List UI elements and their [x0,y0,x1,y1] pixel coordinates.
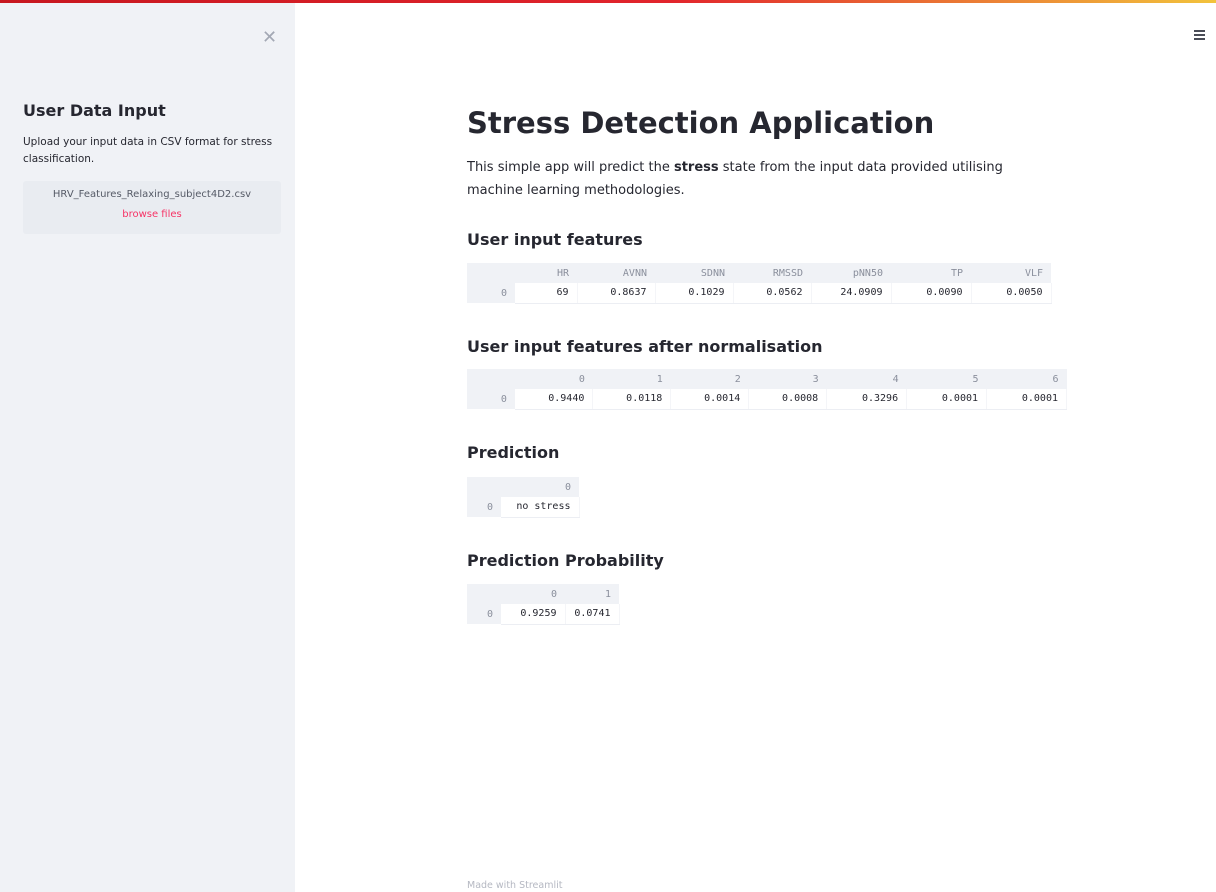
table-cell: 0.0741 [565,604,620,625]
table-row: 0 no stress [467,497,580,518]
index-header-cell [467,584,501,604]
section-heading-normalised: User input features after normalisation [467,337,823,356]
column-header: 0 [501,477,579,497]
section-heading-features: User input features [467,230,643,249]
table-cell: 0.0014 [670,389,750,410]
row-index-cell: 0 [467,389,515,409]
features-table: HR AVNN SDNN RMSSD pNN50 TP VLF 0 69 0.8637 0.1029… [467,263,1052,304]
table-row: 0 69 0.8637 0.1029 0.0562 24.0909 0.0090 0.0050 [467,283,1052,304]
table-cell: 0.0001 [906,389,988,410]
table-cell: 0.8637 [577,283,656,304]
section-heading-probability: Prediction Probability [467,551,664,570]
column-header: VLF [971,263,1051,283]
column-header: 4 [826,369,907,389]
column-header: TP [891,263,971,283]
hamburger-menu-icon[interactable] [1194,30,1205,40]
prediction-table: 0 0 no stress [467,477,580,518]
column-header: 0 [514,369,593,389]
section-heading-prediction: Prediction [467,443,560,462]
intro-text: This simple app will predict the stress … [467,156,1047,202]
table-cell: 0.9440 [514,389,594,410]
table-row: 0 0.9259 0.0741 [467,604,620,625]
column-header: AVNN [577,263,655,283]
table-cell: 69 [515,283,578,304]
table-cell: 0.0050 [971,283,1052,304]
table-header-row: 0 [467,477,579,497]
table-cell: 0.0562 [733,283,812,304]
intro-text-start: This simple app will predict the [467,160,674,175]
column-header: 3 [748,369,827,389]
table-cell: 0.0118 [592,389,672,410]
footer-text: Made with Streamlit [467,880,563,891]
column-header: 1 [592,369,671,389]
row-index-cell: 0 [467,497,501,517]
column-header: 0 [501,584,565,604]
row-index-cell: 0 [467,604,501,624]
sidebar-title: User Data Input [23,101,166,120]
column-header: pNN50 [811,263,891,283]
table-cell: 24.0909 [811,283,892,304]
column-header: 1 [565,584,619,604]
table-cell: no stress [501,497,580,518]
close-icon[interactable]: ✕ [262,29,277,47]
normalised-table: 0 1 2 3 4 5 6 0 0.9440 0.0118 0.0014 0.0008 0.3296 0.… [467,369,1067,410]
uploaded-file-name: HRV_Features_Relaxing_subject4D2.csv [52,189,252,200]
column-header: 5 [906,369,987,389]
table-cell: 0.0001 [986,389,1067,410]
column-header: 6 [986,369,1067,389]
file-uploader[interactable]: HRV_Features_Relaxing_subject4D2.csv bro… [23,181,281,234]
index-header-cell [467,263,515,283]
table-cell: 0.3296 [826,389,908,410]
sidebar: ✕ User Data Input Upload your input data… [0,3,295,892]
table-cell: 0.1029 [655,283,734,304]
browse-files-link[interactable]: browse files [23,209,281,220]
column-header: 2 [670,369,749,389]
column-header: HR [515,263,577,283]
table-cell: 0.0090 [891,283,972,304]
row-index-cell: 0 [467,283,515,303]
table-header-row: 0123456 [467,369,1067,389]
column-header: SDNN [655,263,733,283]
page-title: Stress Detection Application [467,106,935,140]
table-cell: 0.0008 [748,389,828,410]
sidebar-description: Upload your input data in CSV format for… [23,136,273,165]
intro-text-bold: stress [673,160,719,175]
index-header-cell [467,477,501,497]
probability-table: 0 1 0 0.9259 0.0741 [467,584,620,625]
index-header-cell [467,369,515,389]
table-row: 0 0.9440 0.0118 0.0014 0.0008 0.3296 0.0001 0.0… [467,389,1067,410]
table-header-row: 01 [467,584,619,604]
table-header-row: HR AVNN SDNN RMSSD pNN50 TP VLF [467,263,1051,283]
table-cell: 0.9259 [501,604,566,625]
column-header: RMSSD [733,263,811,283]
